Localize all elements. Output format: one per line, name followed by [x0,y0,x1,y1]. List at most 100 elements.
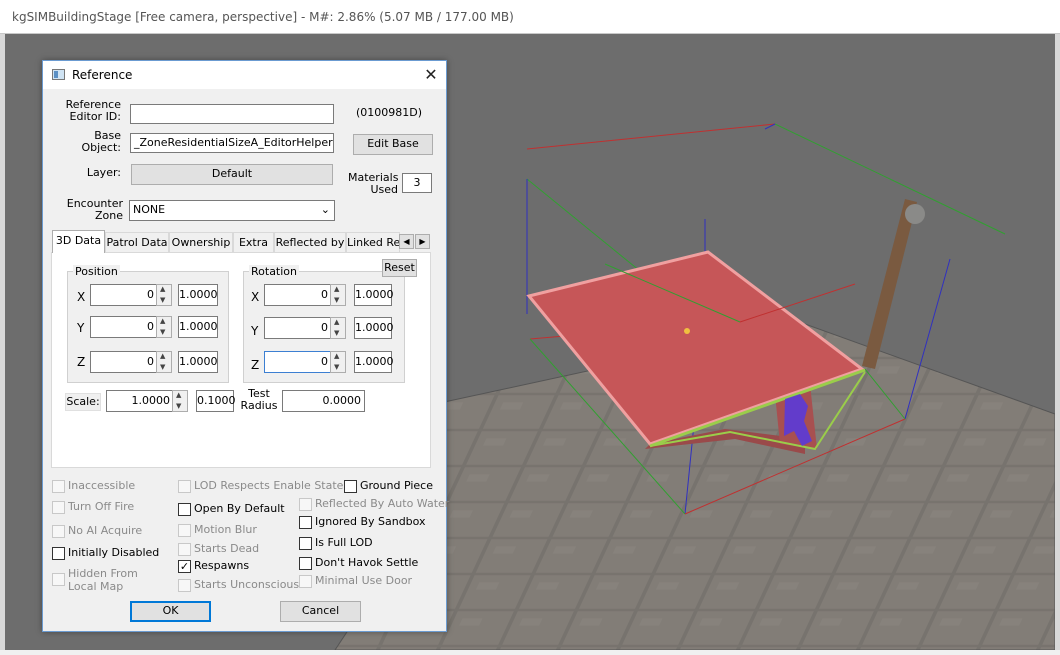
turn-off-fire-checkbox[interactable] [52,501,65,514]
starts-unconscious-label: Starts Unconscious [194,578,300,591]
open-by-default-label: Open By Default [194,502,285,515]
layer-button[interactable]: Default [131,164,333,185]
starts-dead-checkbox[interactable] [178,543,191,556]
encounter-zone-select[interactable]: NONE ⌄ [129,200,335,221]
position-label: Position [73,265,120,278]
test-radius-label: Test Radius [240,387,278,412]
is-full-lod-label: Is Full LOD [315,536,373,549]
ignored-by-sandbox-checkbox[interactable] [299,516,312,529]
tab-linked-ref[interactable]: Linked Re [346,232,400,252]
tab-scroll-right-icon[interactable]: ▶ [415,234,430,249]
tab-3d-data[interactable]: 3D Data [52,230,105,253]
open-by-default-checkbox[interactable] [178,503,191,516]
position-y-spinner[interactable] [156,316,172,338]
minimal-use-door-checkbox[interactable] [299,575,312,588]
tab-patrol-data[interactable]: Patrol Data [105,232,169,252]
rotation-z-input[interactable]: 0 [264,351,332,373]
reference-dialog: Reference ✕ Reference Editor ID: (010098… [42,60,450,632]
chevron-down-icon: ⌄ [320,203,330,216]
tab-scroll-left-icon[interactable]: ◀ [399,234,414,249]
rotation-x-step[interactable]: 1.0000 [354,284,394,306]
is-full-lod-checkbox[interactable] [299,537,312,550]
motion-blur-label: Motion Blur [194,523,257,536]
rotation-label: Rotation [249,265,300,278]
edit-base-button[interactable]: Edit Base [353,134,433,155]
inaccessible-checkbox[interactable] [52,480,65,493]
dialog-title: Reference [72,68,133,82]
reflected-by-auto-water-checkbox[interactable] [299,498,312,511]
position-z-label: Z [77,355,86,369]
tab-ownership[interactable]: Ownership [169,232,233,252]
window-title: kgSIMBuildingStage [Free camera, perspec… [12,10,514,24]
respawns-label: Respawns [194,559,250,572]
turn-off-fire-label: Turn Off Fire [68,500,135,513]
rotation-x-label: X [251,290,260,304]
editor-id-input[interactable] [130,104,334,124]
close-icon[interactable]: ✕ [421,65,441,85]
dont-havok-settle-checkbox[interactable] [299,557,312,570]
rotation-x-spinner[interactable] [330,284,346,306]
scale-label: Scale: [65,393,101,411]
window-icon [52,69,65,80]
post-prop [862,199,917,369]
ground-piece-checkbox[interactable] [344,480,357,493]
position-z-spinner[interactable] [156,351,172,373]
layer-label: Layer: [86,166,121,179]
base-object-field[interactable]: _ZoneResidentialSizeA_EditorHelper' (010 [130,133,334,153]
ground-piece-label: Ground Piece [360,479,433,492]
test-radius-input[interactable]: 0.0000 [282,390,365,412]
base-object-label: Base Object: [81,129,121,154]
rotation-y-label: Y [251,324,259,338]
position-y-input[interactable]: 0 [90,316,158,338]
encounter-zone-label: Encounter Zone [66,197,123,222]
materials-used-value: 3 [402,173,432,193]
respawns-checkbox[interactable]: ✓ [178,560,191,573]
hidden-from-local-map-checkbox[interactable] [52,573,65,586]
tab-extra[interactable]: Extra [233,232,274,252]
position-x-spinner[interactable] [156,284,172,306]
no-ai-acquire-checkbox[interactable] [52,525,65,538]
rotation-z-spinner[interactable] [330,351,346,373]
encounter-zone-value: NONE [133,203,166,216]
rotation-z-step[interactable]: 1.0000 [354,351,394,373]
rotation-z-label: Z [251,358,260,372]
position-x-input[interactable]: 0 [90,284,158,306]
status-strip [0,650,1060,655]
position-x-step[interactable]: 1.0000 [178,284,218,306]
position-y-label: Y [77,321,85,335]
minimal-use-door-label: Minimal Use Door [315,574,413,587]
lod-respects-enable-state-checkbox[interactable] [178,480,191,493]
reflected-by-auto-water-label: Reflected By Auto Water [315,497,450,510]
position-z-input[interactable]: 0 [90,351,158,373]
rotation-y-spinner[interactable] [330,317,346,339]
cancel-button[interactable]: Cancel [280,601,361,622]
motion-blur-checkbox[interactable] [178,524,191,537]
starts-unconscious-checkbox[interactable] [178,579,191,592]
hidden-from-local-map-label: Hidden From Local Map [68,567,138,593]
rotation-y-step[interactable]: 1.0000 [354,317,394,339]
scale-step[interactable]: 0.1000 [196,390,236,412]
position-z-step[interactable]: 1.0000 [178,351,218,373]
scale-input[interactable]: 1.0000 [106,390,174,412]
tab-reflected-by[interactable]: Reflected by [274,232,346,252]
position-y-step[interactable]: 1.0000 [178,316,218,338]
dont-havok-settle-label: Don't Havok Settle [315,556,419,569]
reset-button[interactable]: Reset [382,259,417,277]
materials-used-label: Materials Used [348,171,399,196]
window-titlebar: kgSIMBuildingStage [Free camera, perspec… [0,0,1060,34]
editor-id-label: Reference Editor ID: [65,98,121,123]
no-ai-acquire-label: No AI Acquire [68,524,143,537]
inaccessible-label: Inaccessible [68,479,136,492]
scale-spinner[interactable] [172,390,188,412]
rotation-y-input[interactable]: 0 [264,317,332,339]
initially-disabled-label: Initially Disabled [68,546,160,559]
dialog-titlebar: Reference [43,61,446,89]
position-x-label: X [77,290,86,304]
ok-button[interactable]: OK [130,601,211,622]
rotation-x-input[interactable]: 0 [264,284,332,306]
ignored-by-sandbox-label: Ignored By Sandbox [315,515,426,528]
starts-dead-label: Starts Dead [194,542,260,555]
lod-respects-enable-state-label: LOD Respects Enable State [194,479,344,492]
form-id: (0100981D) [356,106,423,119]
initially-disabled-checkbox[interactable] [52,547,65,560]
